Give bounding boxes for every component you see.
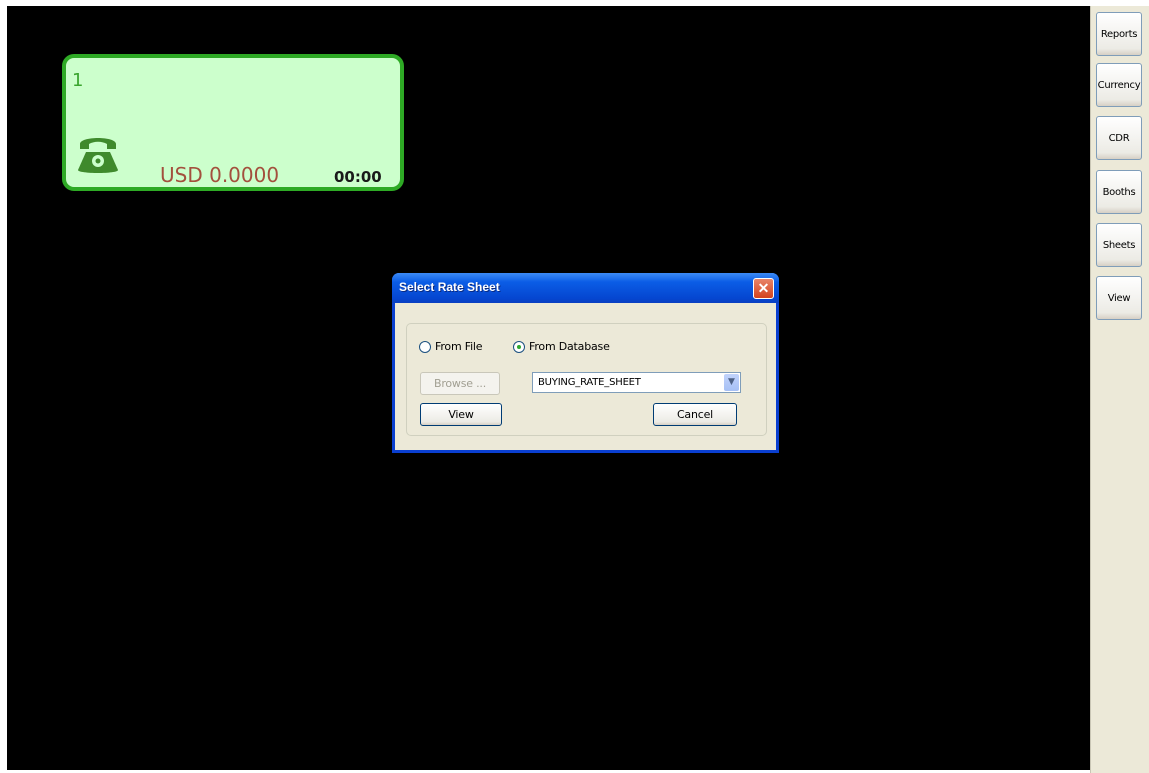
select-rate-sheet-dialog: Select Rate Sheet ✕ From File From Datab…: [392, 273, 779, 453]
radio-from-database-label: From Database: [529, 340, 610, 353]
booth-number: 1: [72, 70, 84, 91]
currency-button[interactable]: Currency: [1096, 63, 1142, 107]
booth-amount: USD 0.0000: [160, 163, 280, 187]
view-sidebar-button[interactable]: View: [1096, 276, 1142, 320]
dialog-titlebar[interactable]: Select Rate Sheet ✕: [392, 273, 779, 303]
cdr-button[interactable]: CDR: [1096, 116, 1142, 160]
radio-checked-icon: [513, 340, 525, 353]
phone-icon: [78, 138, 118, 173]
radio-from-database[interactable]: From Database: [513, 340, 610, 353]
view-button[interactable]: View: [420, 403, 502, 426]
radio-unchecked-icon: [419, 340, 431, 353]
app-window: 1 USD 0.0000 00:00 Reports Currency CDR …: [0, 0, 1149, 773]
rate-sheet-select[interactable]: BUYING_RATE_SHEET ▼: [532, 372, 741, 393]
booth-timer: 00:00: [334, 168, 382, 186]
sheets-button[interactable]: Sheets: [1096, 223, 1142, 267]
radio-from-file-label: From File: [435, 340, 483, 353]
booth-card[interactable]: 1 USD 0.0000 00:00: [62, 54, 404, 191]
reports-button[interactable]: Reports: [1096, 12, 1142, 56]
right-toolbar: Reports Currency CDR Booths Sheets View: [1090, 6, 1149, 773]
close-icon[interactable]: ✕: [753, 278, 774, 299]
booths-button[interactable]: Booths: [1096, 170, 1142, 214]
browse-button[interactable]: Browse ...: [420, 372, 500, 395]
chevron-down-icon[interactable]: ▼: [724, 374, 739, 391]
radio-from-file[interactable]: From File: [419, 340, 483, 353]
dialog-title: Select Rate Sheet: [399, 280, 500, 294]
cancel-button[interactable]: Cancel: [653, 403, 737, 426]
rate-sheet-select-value: BUYING_RATE_SHEET: [538, 377, 641, 388]
